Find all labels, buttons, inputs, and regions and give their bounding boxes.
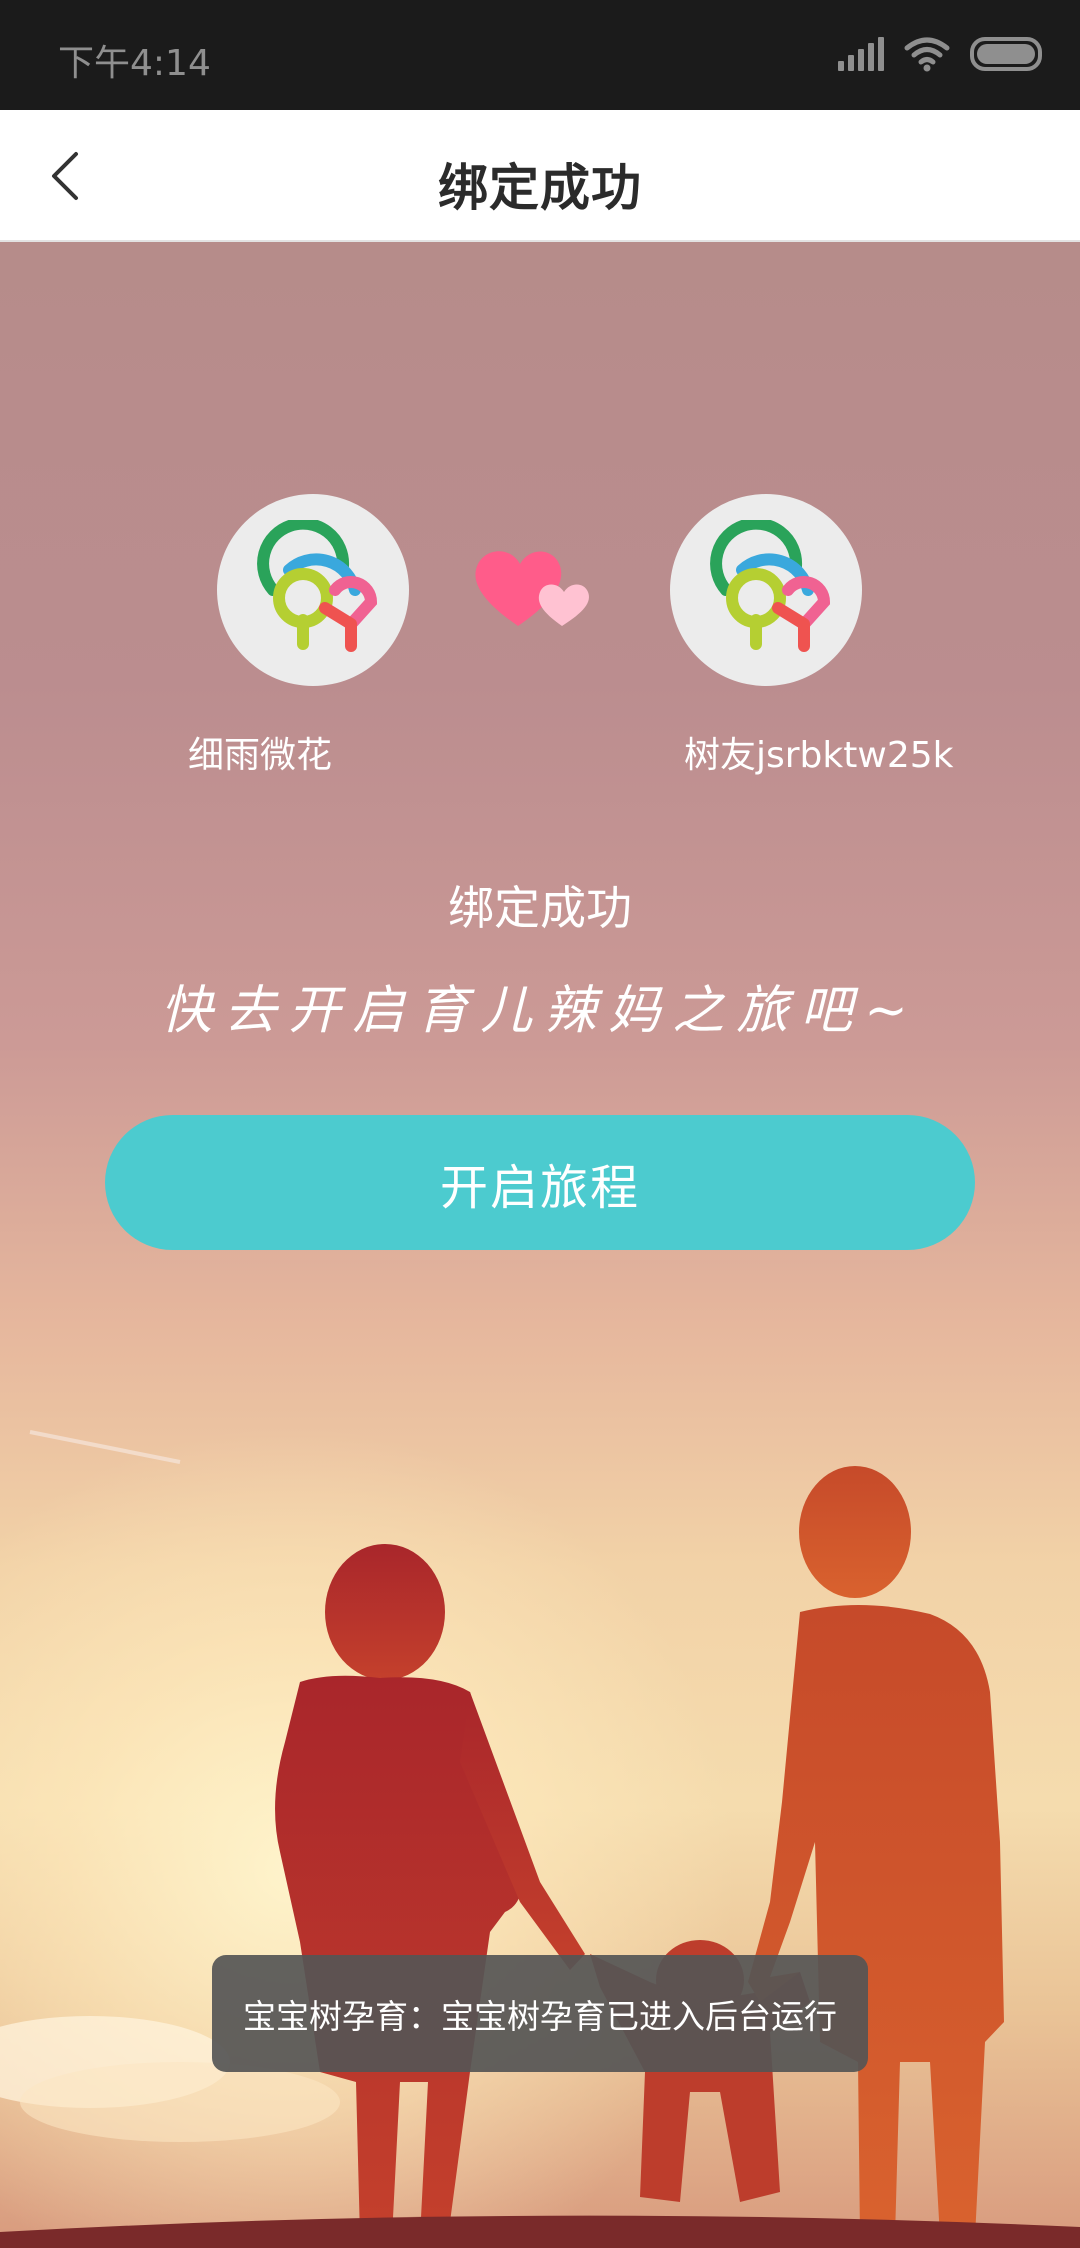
left-user-name: 细雨微花 bbox=[188, 735, 333, 776]
slogan-text: 快去开启育儿辣妈之旅吧~ bbox=[160, 981, 920, 1041]
title-bar: 绑定成功 bbox=[0, 110, 1080, 242]
app-logo-icon bbox=[257, 520, 378, 652]
double-heart-icon bbox=[475, 551, 589, 626]
battery-icon bbox=[970, 37, 1042, 71]
left-user-avatar[interactable] bbox=[217, 494, 409, 686]
status-time: 下午4:14 bbox=[58, 43, 211, 84]
right-user-name: 树友jsrbktw25k bbox=[684, 735, 954, 776]
start-journey-button[interactable]: 开启旅程 bbox=[105, 1115, 975, 1250]
toast-message: 宝宝树孕育：宝宝树孕育已进入后台运行 bbox=[212, 1955, 868, 2072]
right-user-avatar[interactable] bbox=[670, 494, 862, 686]
signal-icon bbox=[838, 37, 884, 71]
status-bar: 下午4:14 bbox=[0, 0, 1080, 110]
app-logo-icon bbox=[710, 520, 831, 652]
success-message: 绑定成功 bbox=[448, 881, 632, 935]
status-icons bbox=[838, 36, 1042, 72]
page-title: 绑定成功 bbox=[438, 159, 642, 217]
wifi-icon bbox=[904, 37, 950, 72]
